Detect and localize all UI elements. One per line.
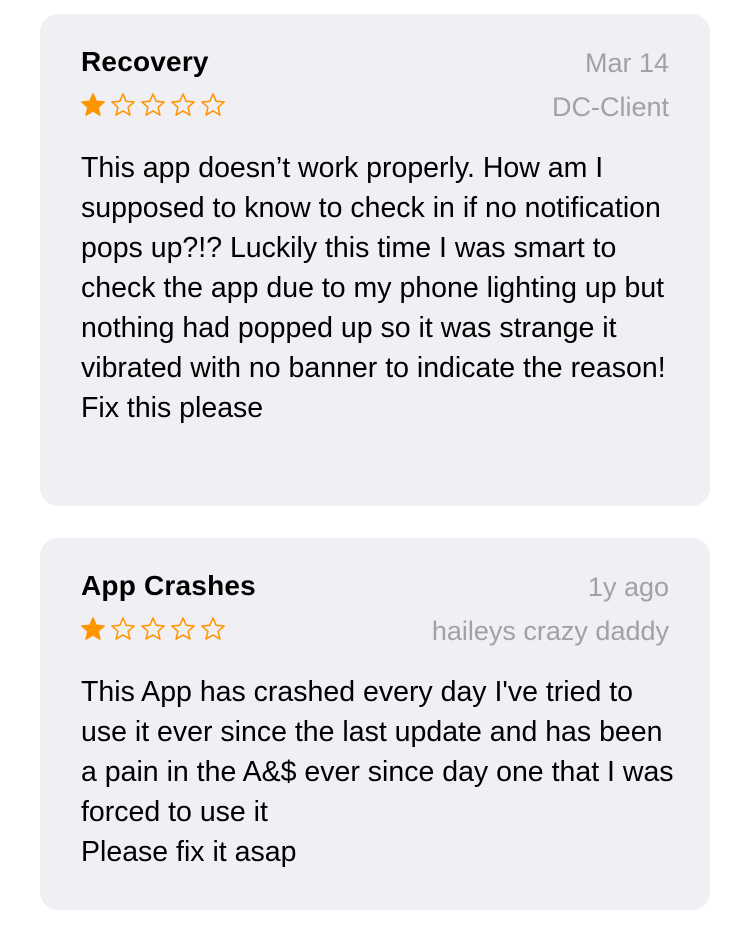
- review-date: Mar 14: [584, 48, 669, 78]
- reviews-list: Recovery Mar 14 DC-Client This app doesn…: [0, 0, 750, 931]
- star-empty-icon: [201, 93, 225, 116]
- star-filled-icon: [81, 93, 105, 116]
- review-title: Recovery: [81, 46, 209, 77]
- review-author: DC-Client: [551, 92, 669, 122]
- star-empty-icon: [201, 617, 225, 640]
- review-card[interactable]: App Crashes 1y ago haileys crazy daddy T…: [40, 538, 710, 910]
- review-body: This app doesn’t work properly. How am I…: [81, 152, 666, 424]
- review-body: This App has crashed every day I've trie…: [81, 676, 674, 868]
- star-empty-icon: [171, 93, 195, 116]
- star-filled-icon: [81, 617, 105, 640]
- star-empty-icon: [171, 617, 195, 640]
- review-date: 1y ago: [587, 572, 669, 602]
- review-author: haileys crazy daddy: [431, 616, 669, 646]
- star-empty-icon: [141, 93, 165, 116]
- star-empty-icon: [141, 617, 165, 640]
- star-rating: [80, 92, 226, 118]
- star-empty-icon: [111, 617, 135, 640]
- review-card[interactable]: Recovery Mar 14 DC-Client This app doesn…: [40, 14, 710, 506]
- star-rating: [80, 616, 226, 642]
- review-title: App Crashes: [81, 570, 256, 601]
- star-empty-icon: [111, 93, 135, 116]
